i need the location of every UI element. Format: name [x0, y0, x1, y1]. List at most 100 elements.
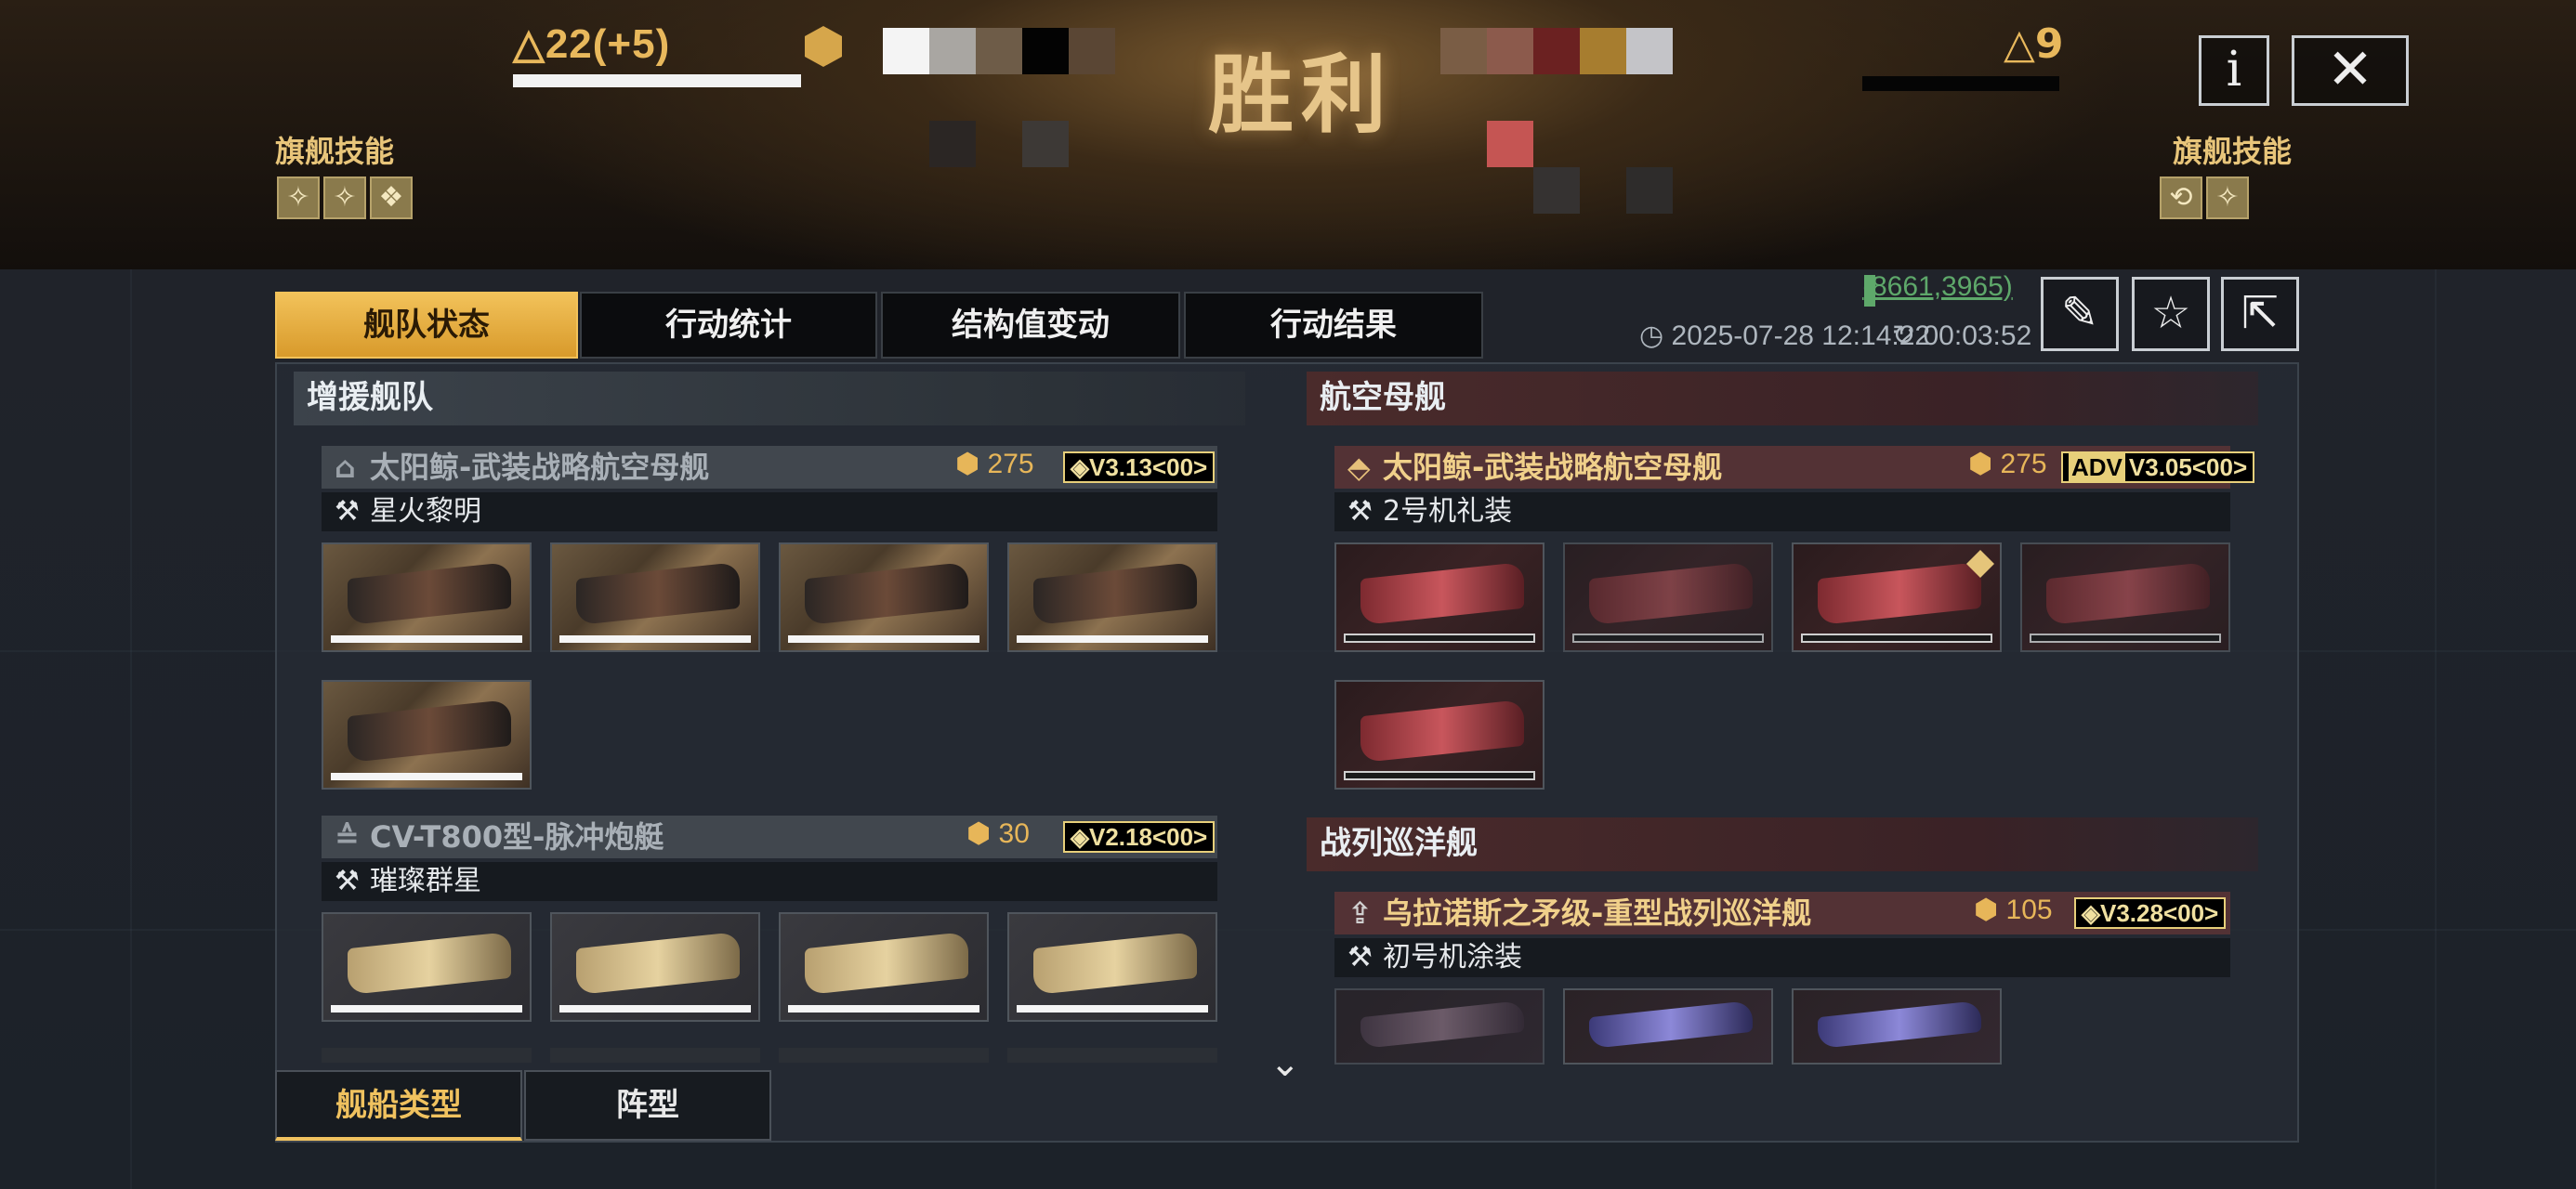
- version-value: V3.05<00>: [2128, 453, 2248, 481]
- ship-card[interactable]: [1563, 988, 1773, 1065]
- scroll-down-chevron-icon[interactable]: ⌄: [1269, 1042, 1301, 1085]
- tab-action-result[interactable]: 行动结果: [1184, 292, 1483, 359]
- left-score: △22(+5): [513, 21, 671, 67]
- skill-icon[interactable]: ✧: [323, 176, 366, 219]
- paint-icon: ⚒: [335, 495, 360, 528]
- ship-card[interactable]: [322, 542, 532, 652]
- adv-icon: ADV: [2069, 453, 2125, 481]
- cost-icon: ⬢: [966, 818, 992, 849]
- paint-icon: ⚒: [335, 865, 360, 897]
- battle-duration-value: 00:03:52: [1923, 320, 2032, 351]
- cost-icon: ⬢: [1968, 449, 1993, 479]
- paint-row: ⚒ 初号机涂装: [1334, 938, 2230, 977]
- paint-name: 星火黎明: [370, 495, 481, 528]
- cost-value: 275: [2000, 449, 2047, 479]
- ship-card[interactable]: [550, 912, 760, 1022]
- left-flagship-skill-label: 旗舰技能: [275, 134, 395, 169]
- ship-card[interactable]: [322, 912, 532, 1022]
- ship-card[interactable]: [1334, 680, 1544, 790]
- cost-icon: ⬢: [1974, 895, 1999, 925]
- version-badge: ◈V3.13<00>: [1063, 451, 1216, 483]
- paint-row: ⚒ 2号机礼装: [1334, 492, 2230, 531]
- ship-cost: ⬢ 275: [1968, 448, 2047, 480]
- cost-icon: ⬢: [955, 449, 980, 479]
- ship-cost: ⬢ 275: [955, 448, 1034, 480]
- info-button[interactable]: i: [2199, 35, 2269, 106]
- battle-result-screen: △22(+5) 胜利 △9 旗舰技能 ✧ ✧ ❖ 旗舰技能 ⟲ ✧ i ✕ 舰队…: [0, 0, 2576, 1189]
- section-battlecruiser: 战列巡洋舰: [1307, 817, 2258, 871]
- cost-value: 105: [2005, 895, 2053, 925]
- location-pin-icon: [1864, 275, 1875, 307]
- ship-card[interactable]: [550, 542, 760, 652]
- ship-card[interactable]: [1007, 542, 1217, 652]
- battle-datetime: ◷ 2025-07-28 12:14:22: [1639, 320, 1930, 352]
- version-icon: ◈: [1071, 823, 1089, 851]
- ship-name: CV-T800型-脉冲炮艇: [370, 819, 664, 855]
- section-carrier: 航空母舰: [1307, 372, 2258, 425]
- paint-row: ⚒ 星火黎明: [322, 492, 1217, 531]
- close-button[interactable]: ✕: [2292, 35, 2409, 106]
- skill-icon[interactable]: ✧: [2206, 176, 2249, 219]
- ship-card[interactable]: [1334, 542, 1544, 652]
- clock-icon: ◷: [1639, 320, 1672, 351]
- ship-class-icon: ⬘: [1347, 450, 1371, 485]
- skill-icon[interactable]: ❖: [370, 176, 413, 219]
- favorite-button[interactable]: ☆: [2132, 277, 2210, 351]
- right-score-bar: [1862, 76, 2059, 91]
- ship-cost: ⬢ 105: [1974, 894, 2053, 926]
- skill-icon[interactable]: ⟲: [2160, 176, 2202, 219]
- cost-value: 275: [987, 449, 1034, 479]
- version-icon: ◈: [2082, 899, 2100, 927]
- timer-icon: ↻: [1892, 320, 1924, 351]
- battle-duration: ↻ 00:03:52: [1892, 320, 2031, 352]
- ship-name: 太阳鲸-武装战略航空母舰: [370, 450, 710, 485]
- right-flagship-skill-label: 旗舰技能: [2173, 134, 2293, 169]
- ship-card[interactable]: [1007, 912, 1217, 1022]
- tab-ship-type[interactable]: 舰船类型: [275, 1070, 522, 1141]
- skill-icon[interactable]: ✧: [277, 176, 320, 219]
- report-edit-button[interactable]: ✎: [2041, 277, 2119, 351]
- version-badge: ◈V2.18<00>: [1063, 821, 1216, 853]
- share-button[interactable]: ⇱: [2221, 277, 2299, 351]
- paint-icon: ⚒: [1347, 941, 1373, 973]
- ship-class-icon: ⌂: [335, 450, 356, 485]
- paint-icon: ⚒: [1347, 495, 1373, 528]
- version-icon: ◈: [1071, 453, 1089, 481]
- ship-card[interactable]: [322, 680, 532, 790]
- paint-name: 初号机涂装: [1383, 941, 1522, 973]
- ship-card[interactable]: [1792, 988, 2002, 1065]
- report-icon: ✎: [2060, 287, 2099, 339]
- tab-action-stats[interactable]: 行动统计: [580, 292, 877, 359]
- version-value: V2.18<00>: [1089, 823, 1208, 851]
- share-icon: ⇱: [2241, 287, 2280, 339]
- version-badge: ◈V3.28<00>: [2074, 897, 2227, 929]
- ship-card[interactable]: [779, 542, 989, 652]
- section-reinforcement: 增援舰队: [294, 372, 1245, 425]
- tab-formation[interactable]: 阵型: [524, 1070, 771, 1141]
- version-value: V3.13<00>: [1089, 453, 1208, 481]
- ship-card[interactable]: [1792, 542, 2002, 652]
- ship-class-icon: ⇪: [1347, 895, 1373, 931]
- ship-name: 太阳鲸-武装战略航空母舰: [1383, 450, 1723, 485]
- result-title: 胜利: [1208, 46, 1395, 145]
- paint-name: 2号机礼装: [1383, 495, 1513, 528]
- ship-card[interactable]: [2020, 542, 2230, 652]
- cost-value: 30: [998, 818, 1030, 849]
- star-icon: ☆: [2150, 287, 2191, 339]
- coordinates-link[interactable]: (8661,3965): [1862, 271, 2013, 303]
- ship-card[interactable]: [1563, 542, 1773, 652]
- ship-card[interactable]: [1334, 988, 1544, 1065]
- version-badge: ADV V3.05<00>: [2061, 451, 2255, 483]
- right-score: △9: [2004, 20, 2064, 68]
- version-value: V3.28<00>: [2100, 899, 2219, 927]
- tab-fleet-status[interactable]: 舰队状态: [275, 292, 578, 359]
- left-score-bar: [513, 74, 801, 87]
- paint-name: 璀璨群星: [370, 865, 481, 897]
- ship-card[interactable]: [779, 912, 989, 1022]
- ship-card-row-partial: [322, 1048, 1217, 1063]
- paint-row: ⚒ 璀璨群星: [322, 862, 1217, 901]
- tab-structure-change[interactable]: 结构值变动: [881, 292, 1180, 359]
- ship-cost: ⬢ 30: [966, 817, 1030, 850]
- ship-name: 乌拉诺斯之矛级-重型战列巡洋舰: [1383, 895, 1812, 931]
- ship-class-icon: ≙: [335, 819, 360, 855]
